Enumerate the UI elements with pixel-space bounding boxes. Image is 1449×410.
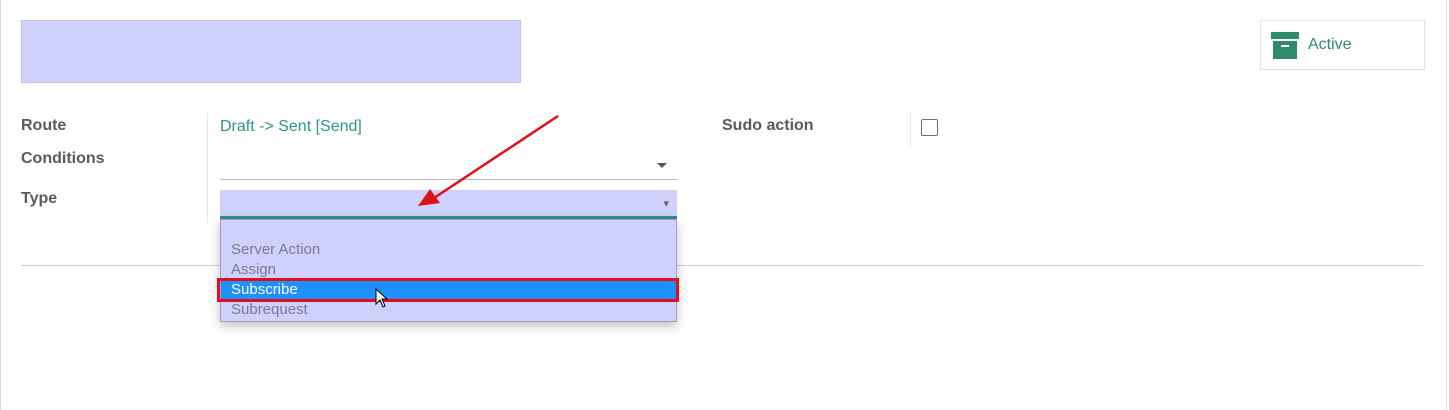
- type-option-subrequest[interactable]: Subrequest: [221, 300, 676, 320]
- route-link[interactable]: Draft -> Sent [Send]: [220, 118, 362, 136]
- route-label: Route: [21, 117, 67, 134]
- annotation-highlight-box: [217, 278, 679, 302]
- sudo-action-checkbox[interactable]: [921, 119, 938, 136]
- caret-down-icon: [657, 163, 667, 168]
- type-option-assign[interactable]: Assign: [221, 260, 676, 280]
- type-dropdown-list: Server Action Assign Subscribe Subreques…: [220, 219, 677, 322]
- caret-down-icon: ▾: [663, 198, 669, 210]
- sudo-action-label: Sudo action: [722, 117, 814, 134]
- type-option-server-action[interactable]: Server Action: [221, 240, 676, 260]
- active-toggle-button[interactable]: Active: [1260, 20, 1425, 70]
- active-label: Active: [1308, 36, 1352, 53]
- conditions-label: Conditions: [21, 150, 105, 167]
- record-name-field[interactable]: [21, 20, 521, 83]
- type-select[interactable]: ▾: [220, 190, 677, 219]
- type-label: Type: [21, 190, 58, 207]
- mouse-pointer-icon: [375, 288, 389, 308]
- archive-icon: [1271, 32, 1299, 59]
- field-divider: [910, 113, 911, 147]
- conditions-select[interactable]: [220, 152, 677, 180]
- field-divider: [207, 113, 208, 223]
- type-option-empty[interactable]: [221, 220, 676, 240]
